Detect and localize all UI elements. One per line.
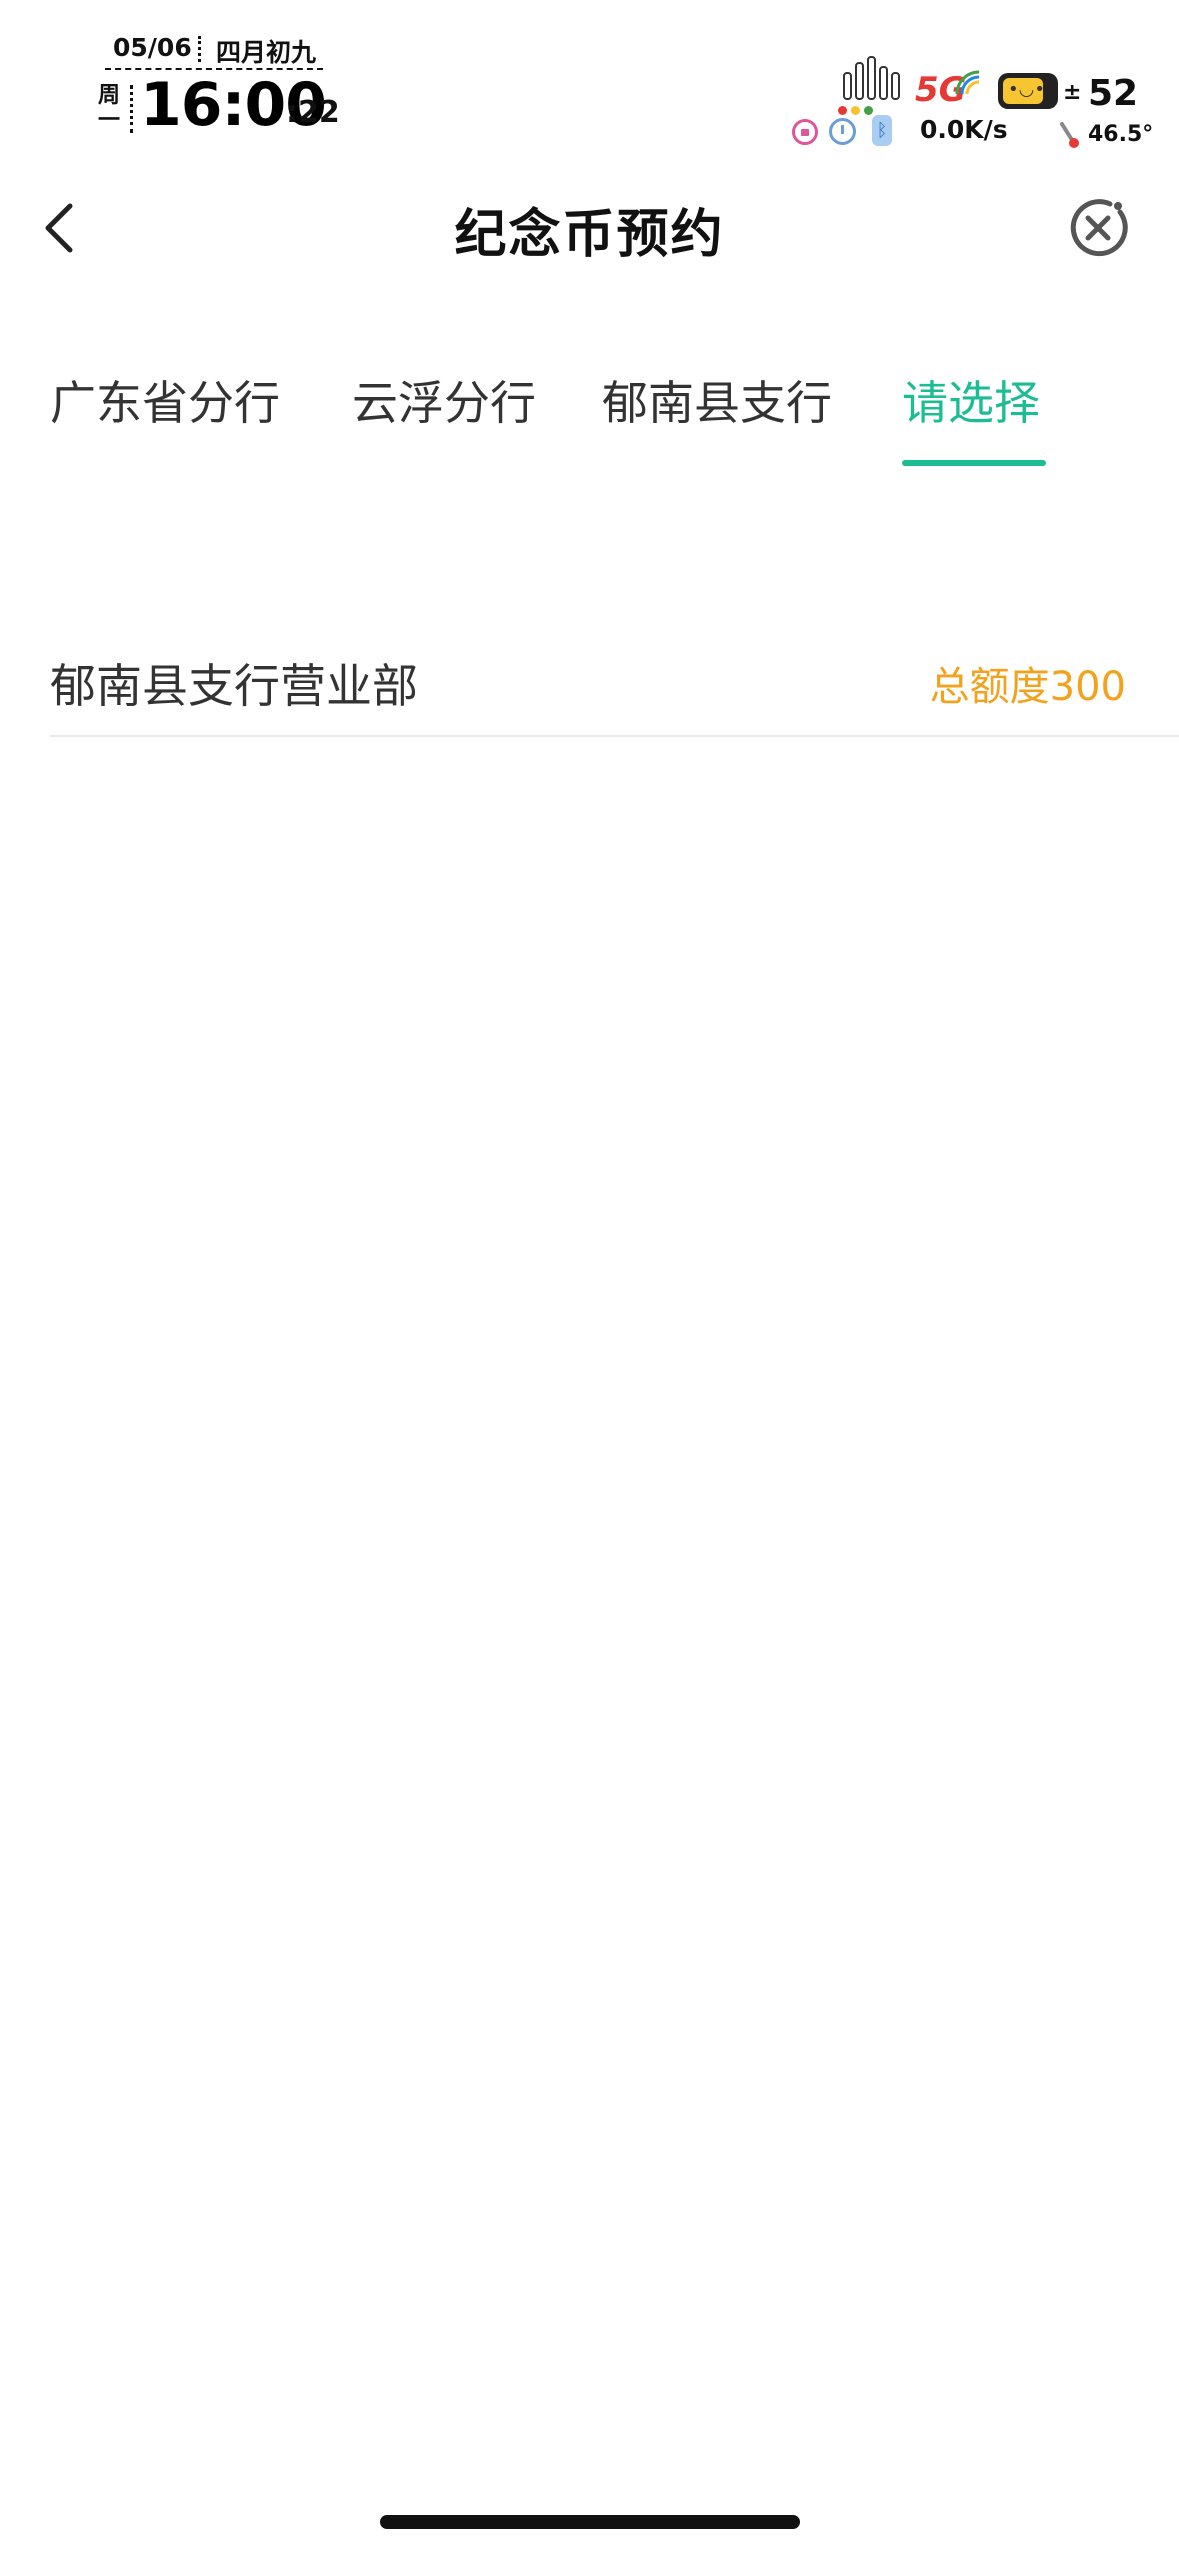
tab-county[interactable]: 郁南县支行 bbox=[602, 367, 832, 433]
charging-icon: ± bbox=[1063, 80, 1082, 105]
branch-list: 郁南县支行营业部 总额度300 bbox=[50, 610, 1179, 737]
region-tabs: 广东省分行 云浮分行 郁南县支行 请选择 bbox=[0, 355, 1179, 475]
branch-name: 郁南县支行营业部 bbox=[50, 659, 418, 713]
list-item[interactable]: 郁南县支行营业部 总额度300 bbox=[50, 610, 1179, 737]
bluetooth-icon: ᛒ bbox=[872, 115, 892, 146]
tab-city[interactable]: 云浮分行 bbox=[352, 367, 536, 433]
date-separator bbox=[198, 36, 201, 62]
wifi-waves-icon bbox=[955, 70, 980, 95]
home-indicator[interactable] bbox=[380, 2515, 800, 2529]
close-button[interactable] bbox=[1062, 192, 1134, 264]
status-seconds: :22 bbox=[286, 95, 340, 130]
status-lunar-date: 四月初九 bbox=[216, 38, 317, 67]
battery-temperature: 46.5° bbox=[1088, 122, 1154, 147]
tab-select[interactable]: 请选择 bbox=[902, 367, 1040, 433]
lock-icon bbox=[792, 119, 818, 145]
close-circle-icon bbox=[1070, 199, 1128, 257]
weekday-separator bbox=[130, 85, 133, 133]
active-tab-indicator bbox=[902, 460, 1046, 466]
alarm-icon bbox=[829, 118, 856, 145]
status-weekday: 周一 bbox=[97, 83, 120, 133]
nav-bar: 纪念币预约 bbox=[0, 170, 1179, 290]
thermometer-icon bbox=[1060, 122, 1079, 148]
status-bar: 05/06 四月初九 周一 16:00 :22 ᛒ 5G 0.0K/s •◡• … bbox=[0, 0, 1179, 160]
signal-bars-icon bbox=[843, 56, 900, 100]
network-speed: 0.0K/s bbox=[920, 115, 1008, 144]
signal-dots bbox=[838, 100, 877, 119]
page-title: 纪念币预约 bbox=[454, 205, 725, 265]
battery-level: 52 bbox=[1088, 73, 1139, 114]
tab-province[interactable]: 广东省分行 bbox=[50, 367, 280, 433]
battery-icon: •◡• bbox=[998, 73, 1058, 109]
status-date: 05/06 bbox=[113, 33, 192, 62]
branch-quota: 总额度300 bbox=[929, 664, 1126, 710]
